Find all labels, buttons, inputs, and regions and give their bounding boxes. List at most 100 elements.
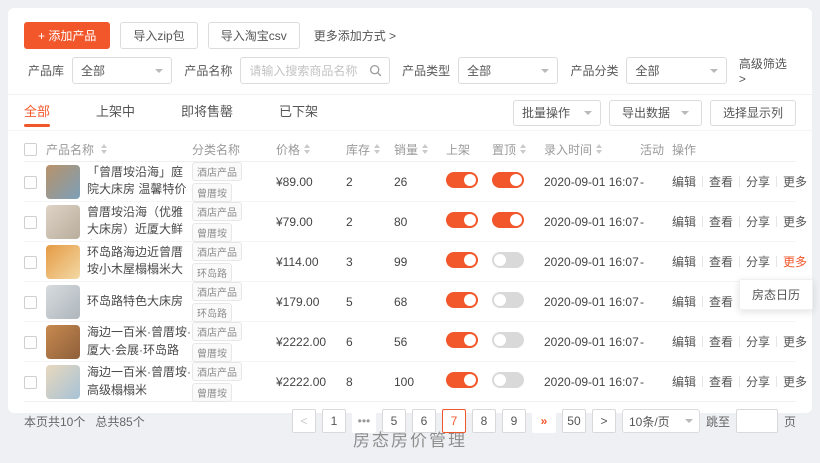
view-link[interactable]: 查看 — [709, 253, 733, 270]
add-product-button[interactable]: + 添加产品 — [24, 22, 110, 49]
row-checkbox[interactable] — [24, 296, 37, 309]
on-sale-toggle[interactable] — [446, 292, 478, 308]
page-number-button[interactable]: 6 — [412, 409, 436, 433]
top-pin-toggle[interactable] — [492, 332, 524, 348]
stock-cell: 5 — [346, 295, 394, 309]
row-checkbox[interactable] — [24, 256, 37, 269]
view-link[interactable]: 查看 — [709, 333, 733, 350]
jump-next-pages-button[interactable]: » — [532, 409, 556, 433]
share-link[interactable]: 分享 — [746, 333, 770, 350]
on-sale-toggle[interactable] — [446, 252, 478, 268]
row-checkbox[interactable] — [24, 336, 37, 349]
column-header[interactable]: 产品名称 — [46, 141, 192, 158]
view-link[interactable]: 查看 — [709, 373, 733, 390]
top-pin-toggle[interactable] — [492, 252, 524, 268]
category-tag: 酒店产品 — [192, 242, 242, 261]
batch-actions-select[interactable]: 批量操作 — [513, 100, 601, 126]
edit-link[interactable]: 编辑 — [672, 213, 696, 230]
edit-link[interactable]: 编辑 — [672, 293, 696, 310]
column-header[interactable]: 价格 — [276, 141, 346, 158]
product-name-input[interactable] — [249, 64, 363, 78]
on-sale-toggle[interactable] — [446, 212, 478, 228]
edit-link[interactable]: 编辑 — [672, 173, 696, 190]
column-header[interactable]: 置顶 — [492, 141, 544, 158]
prev-page-button[interactable]: < — [292, 409, 316, 433]
sort-icon[interactable] — [304, 144, 310, 154]
row-checkbox[interactable] — [24, 216, 37, 229]
sales-cell: 80 — [394, 215, 446, 229]
tab[interactable]: 全部 — [24, 95, 50, 131]
top-pin-toggle[interactable] — [492, 172, 524, 188]
view-link[interactable]: 查看 — [709, 213, 733, 230]
tab[interactable]: 已下架 — [279, 95, 318, 131]
top-pin-toggle[interactable] — [492, 292, 524, 308]
page-size-select[interactable]: 10条/页 — [622, 409, 700, 433]
more-add-methods-link[interactable]: 更多添加方式 > — [314, 27, 396, 44]
column-header[interactable]: 库存 — [346, 141, 394, 158]
price-cell: ¥114.00 — [276, 255, 346, 269]
edit-link[interactable]: 编辑 — [672, 253, 696, 270]
search-icon[interactable] — [369, 64, 382, 80]
on-sale-toggle[interactable] — [446, 332, 478, 348]
on-sale-toggle[interactable] — [446, 172, 478, 188]
page-number-button[interactable]: 8 — [472, 409, 496, 433]
sort-icon[interactable] — [422, 144, 428, 154]
more-link[interactable]: 更多 — [783, 173, 807, 190]
advanced-filter-link[interactable]: 高级筛选 > — [739, 55, 796, 86]
next-page-button[interactable]: > — [592, 409, 616, 433]
more-link[interactable]: 更多 — [783, 333, 807, 350]
sort-icon[interactable] — [520, 144, 526, 154]
view-link[interactable]: 查看 — [709, 293, 733, 310]
share-link[interactable]: 分享 — [746, 373, 770, 390]
top-pin-toggle[interactable] — [492, 372, 524, 388]
price-cell: ¥179.00 — [276, 295, 346, 309]
edit-link[interactable]: 编辑 — [672, 373, 696, 390]
top-pin-toggle[interactable] — [492, 212, 524, 228]
column-header[interactable]: 销量 — [394, 141, 446, 158]
sales-cell: 26 — [394, 175, 446, 189]
export-data-button[interactable]: 导出数据 — [609, 100, 702, 126]
sort-icon[interactable] — [101, 144, 107, 154]
tab[interactable]: 上架中 — [96, 95, 135, 131]
page-number-button[interactable]: 7 — [442, 409, 466, 433]
column-header[interactable]: 录入时间 — [544, 141, 640, 158]
row-actions: 编辑查看分享更多 — [672, 373, 807, 390]
page-number-button[interactable]: 5 — [382, 409, 406, 433]
product-thumbnail — [46, 205, 80, 239]
share-link[interactable]: 分享 — [746, 173, 770, 190]
page-number-button[interactable]: 50 — [562, 409, 586, 433]
more-link[interactable]: 更多 — [783, 373, 807, 390]
select-all-checkbox[interactable] — [24, 143, 37, 156]
jump-page-suffix: 页 — [784, 413, 796, 430]
product-thumbnail — [46, 165, 80, 199]
sort-icon[interactable] — [596, 144, 602, 154]
category-tag: 酒店产品 — [192, 162, 242, 181]
page-ellipsis: ••• — [352, 409, 376, 433]
row-checkbox[interactable] — [24, 376, 37, 389]
product-management-panel: + 添加产品 导入zip包 导入淘宝csv 更多添加方式 > 产品库 全部 产品… — [8, 8, 812, 413]
import-zip-button[interactable]: 导入zip包 — [120, 22, 197, 49]
library-select[interactable]: 全部 — [72, 57, 172, 84]
row-actions: 编辑查看分享更多 — [672, 173, 807, 190]
page-number-button[interactable]: 9 — [502, 409, 526, 433]
share-link[interactable]: 分享 — [746, 213, 770, 230]
import-taobao-csv-button[interactable]: 导入淘宝csv — [208, 22, 300, 49]
divider — [702, 376, 703, 387]
category-select[interactable]: 全部 — [626, 57, 726, 84]
on-sale-toggle[interactable] — [446, 372, 478, 388]
chevron-down-icon — [685, 419, 693, 423]
more-link[interactable]: 更多 — [783, 253, 807, 270]
choose-columns-button[interactable]: 选择显示列 — [710, 100, 796, 126]
tab[interactable]: 即将售罄 — [181, 95, 233, 131]
room-calendar-menu-item[interactable]: 房态日历 — [739, 279, 813, 310]
page-number-button[interactable]: 1 — [322, 409, 346, 433]
view-link[interactable]: 查看 — [709, 173, 733, 190]
category-tag: 酒店产品 — [192, 362, 242, 381]
row-checkbox[interactable] — [24, 176, 37, 189]
sort-icon[interactable] — [374, 144, 380, 154]
more-link[interactable]: 更多 — [783, 213, 807, 230]
jump-to-page-input[interactable] — [736, 409, 778, 433]
type-select[interactable]: 全部 — [458, 57, 558, 84]
edit-link[interactable]: 编辑 — [672, 333, 696, 350]
share-link[interactable]: 分享 — [746, 253, 770, 270]
